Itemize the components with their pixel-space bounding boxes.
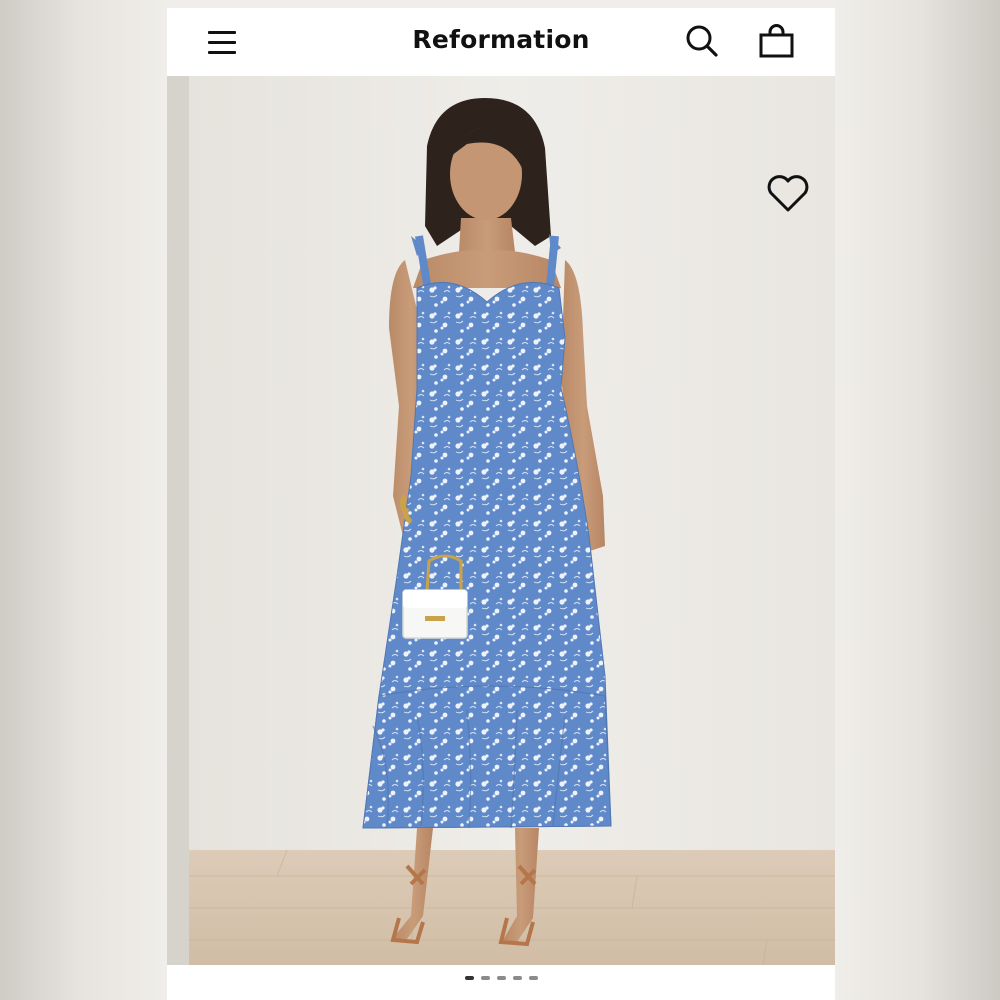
carousel-indicators [167,976,835,986]
carousel-dot[interactable] [528,976,538,980]
carousel-dot[interactable] [512,976,522,980]
search-icon[interactable] [682,22,722,62]
product-photo[interactable] [167,76,835,965]
phone-frame: Reformation [167,8,835,1000]
site-header: Reformation [167,8,835,76]
hamburger-menu-icon[interactable] [201,24,243,60]
heart-outline-icon[interactable] [765,172,811,214]
carousel-dot[interactable] [480,976,490,980]
shopping-bag-icon[interactable] [756,22,796,62]
carousel-dot[interactable] [496,976,506,980]
carousel-dot[interactable] [464,976,474,980]
brand-logo[interactable]: Reformation [371,25,631,54]
